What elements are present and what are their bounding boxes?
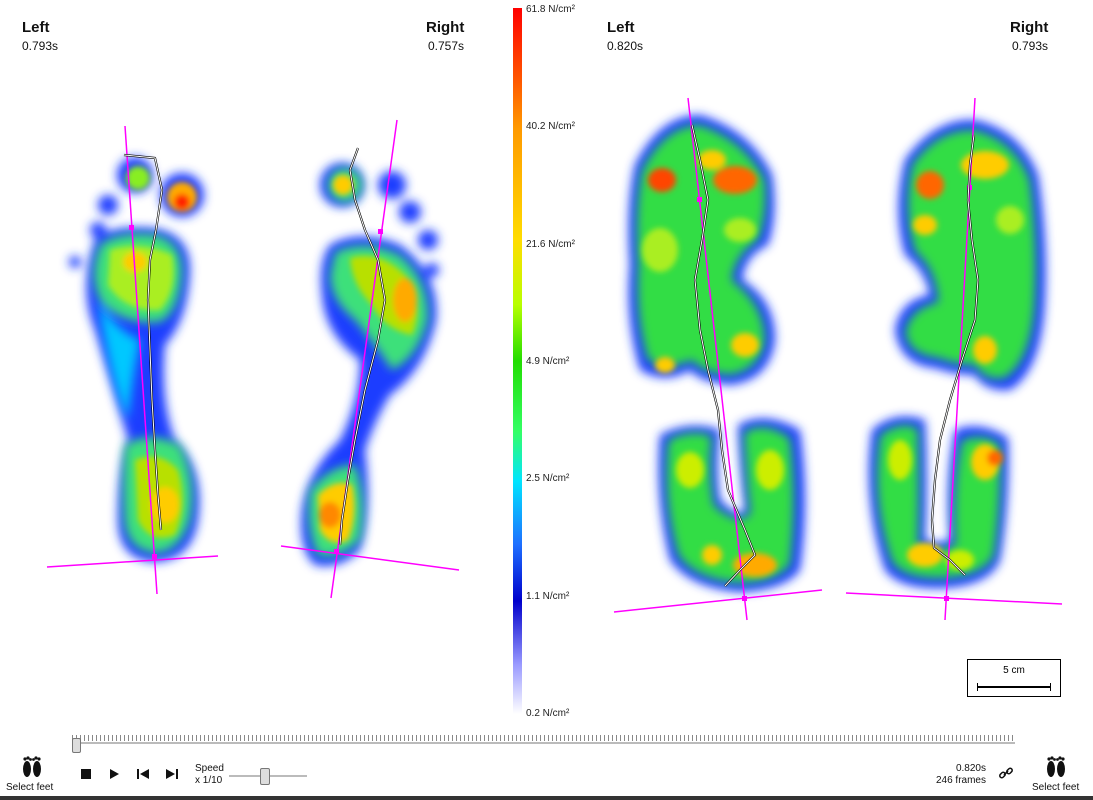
panel2-right-time: 0.793s [1012,39,1049,53]
footprint-right-1 [301,163,439,566]
link-icon [999,767,1013,779]
skip-back-button[interactable] [135,766,151,782]
scale-bar-label: 5 cm [1003,665,1025,676]
select-feet-right-button[interactable] [1040,752,1072,782]
skip-back-icon [137,769,149,779]
panel1-left-label: Left [22,19,50,36]
window-bottom-edge [0,796,1093,800]
scale-label-4: 4.9 N/cm² [526,356,570,367]
feet-icon [23,756,41,777]
play-button[interactable] [106,766,122,782]
select-feet-right-label: Select feet [1032,782,1080,793]
scale-label-2: 40.2 N/cm² [526,121,575,132]
timeline-thumb[interactable] [72,738,81,753]
select-feet-left-label: Select feet [6,782,54,793]
footprint-right-2 [868,119,1046,589]
baseline-left-2 [613,589,823,613]
timeline-track [72,742,1015,744]
speed-slider-thumb[interactable] [259,768,270,785]
select-feet-left-button[interactable] [16,752,48,782]
scale-label-6: 1.1 N/cm² [526,591,570,602]
scale-bar-line [977,683,1051,691]
panel2-right-label: Right [1010,19,1049,36]
skip-forward-button[interactable] [164,766,180,782]
speed-label: Speed [195,763,224,774]
scale-label-5: 2.5 N/cm² [526,473,570,484]
stop-icon [81,769,91,779]
pressure-color-scale [513,8,522,714]
scale-label-min: 0.2 N/cm² [526,708,570,719]
current-time: 0.820s [955,763,986,774]
panel2-left-label: Left [607,19,635,36]
panel1-left-time: 0.793s [22,39,59,53]
speed-slider[interactable] [229,768,307,785]
baseline-right-2 [845,592,1063,605]
speed-value: x 1/10 [195,775,223,786]
scale-bar: 5 cm [967,659,1061,697]
timeline-slider[interactable] [72,735,1015,753]
link-button[interactable] [998,765,1014,781]
frame-count: 246 frames [935,775,986,786]
scale-label-3: 21.6 N/cm² [526,239,575,250]
timeline-ticks [72,735,1015,741]
baseline-left-1 [46,555,219,568]
skip-forward-icon [166,769,178,779]
panel1-right-time: 0.757s [428,39,465,53]
panel1-right-label: Right [426,19,465,36]
play-icon [110,769,119,779]
footprint-left-1 [69,157,204,562]
baseline-right-1 [280,545,460,571]
stop-button[interactable] [78,766,94,782]
feet-icon [1047,756,1065,777]
scale-label-max: 61.8 N/cm² [526,4,575,15]
panel2-left-time: 0.820s [607,39,644,53]
